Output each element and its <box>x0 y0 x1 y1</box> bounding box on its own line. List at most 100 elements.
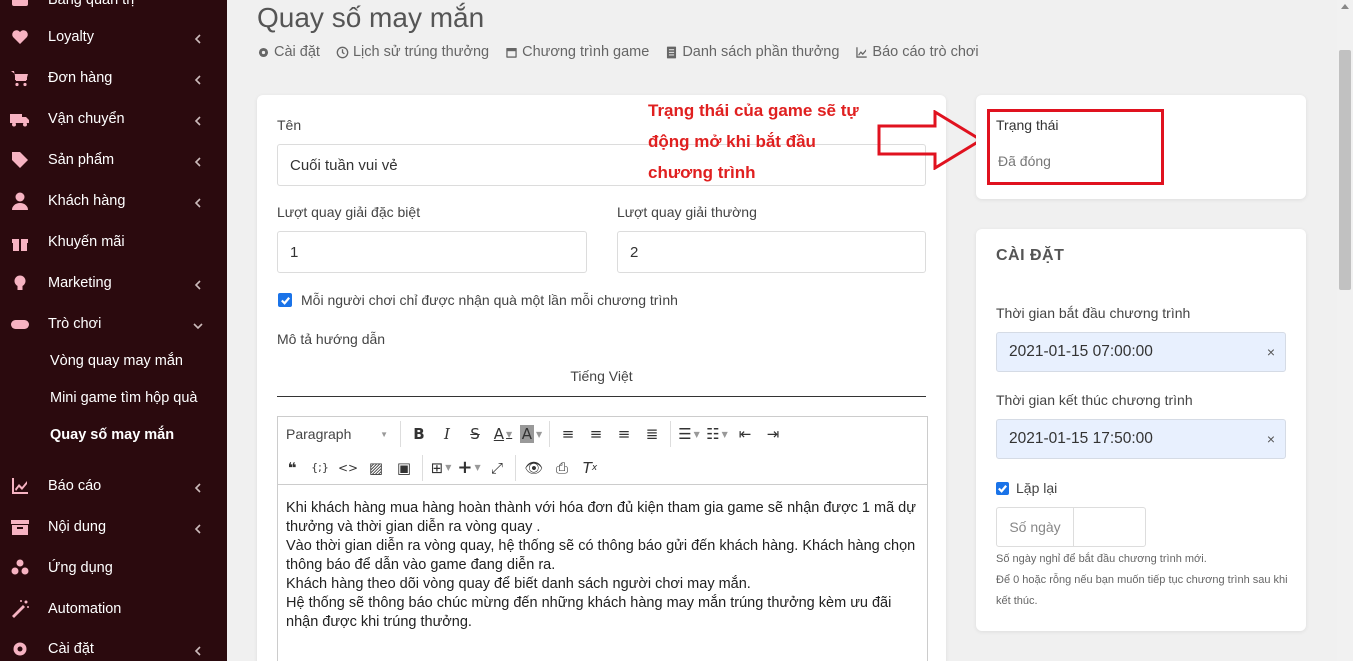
editor-content[interactable]: Khi khách hàng mua hàng hoàn thành với h… <box>286 499 916 632</box>
background-color-button[interactable]: A ▼ <box>517 420 545 448</box>
lightbulb-icon <box>9 272 31 294</box>
fullscreen-button[interactable]: ⤢ <box>483 454 511 482</box>
end-time-input[interactable]: 2021-01-15 17:50:00 × <box>996 419 1286 459</box>
rich-text-editor: Paragraph ▼ B I S A ▼ A ▼ ≡ ≡ ≡ ≣ ☰ ▼ ☷ ▼ ⇤ ⇥ <box>277 416 928 661</box>
calendar-icon <box>506 47 517 58</box>
sidebar-item-label: Marketing <box>48 275 112 291</box>
sidebar-subitem-lucky-wheel[interactable]: Vòng quay may mắn <box>50 353 183 369</box>
special-spins-input[interactable]: 1 <box>277 231 587 273</box>
sidebar-item-orders[interactable]: Đơn hàng <box>0 58 227 98</box>
sidebar-item-label: Cài đặt <box>48 641 94 657</box>
tab-settings[interactable]: Cài đặt <box>257 44 320 60</box>
sidebar-item-label: Loyalty <box>48 29 94 45</box>
print-button[interactable]: ⎙ <box>548 454 576 482</box>
gear-icon <box>9 638 31 660</box>
chevron-left-icon <box>193 481 203 493</box>
description-line: Khi khách hàng mua hàng hoàn thành với h… <box>286 500 916 535</box>
name-label: Tên <box>277 117 302 133</box>
clear-end-time-icon[interactable]: × <box>1267 431 1275 447</box>
clear-formatting-button[interactable]: Tx <box>576 454 604 482</box>
sidebar-item-reports[interactable]: Báo cáo <box>0 466 227 506</box>
sidebar-item-content[interactable]: Nội dung <box>0 507 227 547</box>
caret-down-icon: ▼ <box>506 429 513 439</box>
annotation-arrow-icon <box>877 110 984 170</box>
normal-spins-input[interactable]: 2 <box>617 231 926 273</box>
scrollbar-thumb[interactable] <box>1339 50 1351 290</box>
chevron-left-icon <box>193 32 203 44</box>
sidebar-item-shipping[interactable]: Vận chuyển <box>0 99 227 139</box>
sidebar-item-label: Đơn hàng <box>48 70 113 86</box>
page-scrollbar[interactable] <box>1337 0 1353 661</box>
tab-reward-list[interactable]: Danh sách phần thưởng <box>665 44 839 60</box>
sidebar-item-loyalty[interactable]: Loyalty <box>0 17 227 57</box>
media-icon[interactable]: ▣ <box>390 454 418 482</box>
code-sample-button[interactable]: {;} <box>306 454 334 482</box>
sidebar-item-promotions[interactable]: Khuyến mãi <box>0 222 227 262</box>
preview-button[interactable]: 👁 <box>520 454 548 482</box>
numbered-list-button[interactable]: ☷ ▼ <box>703 420 731 448</box>
font-color-button[interactable]: A ▼ <box>489 420 517 448</box>
normal-spins-label: Lượt quay giải thường <box>617 204 757 220</box>
sidebar-subitem-gift-box-game[interactable]: Mini game tìm hộp quà <box>50 390 198 406</box>
indent-button[interactable]: ⇥ <box>759 420 787 448</box>
gamepad-icon <box>9 313 31 335</box>
align-center-button[interactable]: ≡ <box>582 420 610 448</box>
tab-language-vietnamese[interactable]: Tiếng Việt <box>277 368 926 397</box>
bullet-list-button[interactable]: ☰ ▼ <box>675 420 703 448</box>
end-time-label: Thời gian kết thúc chương trình <box>996 392 1193 408</box>
annotation-note: Trạng thái của game sẽ tự động mở khi bắ… <box>648 101 859 182</box>
sidebar-item-apps[interactable]: Ứng dụng <box>0 548 227 588</box>
window-edge <box>1353 0 1366 661</box>
end-time-value: 2021-01-15 17:50:00 <box>1009 430 1153 447</box>
align-right-button[interactable]: ≡ <box>610 420 638 448</box>
bold-button[interactable]: B <box>405 420 433 448</box>
source-code-button[interactable]: <> <box>334 454 362 482</box>
toolbar-divider <box>400 421 401 447</box>
special-spins-label: Lượt quay giải đặc biệt <box>277 204 421 220</box>
tab-label: Chương trình game <box>522 44 650 60</box>
outdent-button[interactable]: ⇤ <box>731 420 759 448</box>
sidebar-item-label: Trò chơi <box>48 316 102 332</box>
chevron-left-icon <box>193 114 203 126</box>
caret-down-icon: ▼ <box>445 463 452 472</box>
start-time-input[interactable]: 2021-01-15 07:00:00 × <box>996 332 1286 372</box>
days-help-text-2: Để 0 hoặc rỗng nếu bạn muốn tiếp tục chư… <box>996 574 1288 607</box>
sidebar-item-automation[interactable]: Automation <box>0 589 227 629</box>
main-content: Quay số may mắn Cài đặt Lịch sử trúng th… <box>227 0 1337 661</box>
repeat-label: Lặp lại <box>1016 480 1058 496</box>
sidebar-item-settings[interactable]: Cài đặt <box>0 629 227 661</box>
chevron-left-icon <box>193 644 203 656</box>
repeat-checkbox[interactable] <box>996 482 1009 495</box>
sidebar-item-customers[interactable]: Khách hàng <box>0 181 227 221</box>
sidebar-subitem-lucky-draw[interactable]: Quay số may mắn <box>50 427 174 443</box>
align-left-button[interactable]: ≡ <box>554 420 582 448</box>
scroll-up-icon[interactable] <box>1341 4 1349 9</box>
days-input[interactable] <box>1074 508 1145 546</box>
caret-down-icon: ▼ <box>693 429 700 439</box>
chevron-left-icon <box>193 278 203 290</box>
table-button[interactable]: ⊞ ▼ <box>427 454 455 482</box>
chevron-down-icon <box>193 319 203 330</box>
chart-icon <box>9 475 31 497</box>
paragraph-format-select[interactable]: Paragraph ▼ <box>278 420 396 448</box>
image-icon[interactable]: ▨ <box>362 454 390 482</box>
gear-icon <box>258 47 269 57</box>
page-tabs: Cài đặt Lịch sử trúng thưởng Chương trìn… <box>257 44 979 60</box>
archive-icon <box>9 516 31 538</box>
strikethrough-button[interactable]: S <box>461 420 489 448</box>
blockquote-button[interactable]: ❝ <box>278 454 306 482</box>
tab-game-programs[interactable]: Chương trình game <box>505 44 649 60</box>
once-per-program-checkbox[interactable] <box>278 293 292 307</box>
sidebar-item-marketing[interactable]: Marketing <box>0 263 227 303</box>
sidebar-item-products[interactable]: Sản phẩm <box>0 140 227 180</box>
sidebar: Bảng quản trị Loyalty Đơn hàng Vận chuyể… <box>0 0 227 661</box>
tab-label: Cài đặt <box>274 44 320 60</box>
sidebar-item-games[interactable]: Trò chơi <box>0 304 227 344</box>
tab-game-report[interactable]: Báo cáo trò chơi <box>855 44 979 60</box>
italic-button[interactable]: I <box>433 420 461 448</box>
tab-win-history[interactable]: Lịch sử trúng thưởng <box>336 44 489 60</box>
days-help-text-1: Số ngày nghỉ để bắt đầu chương trình mới… <box>996 553 1207 565</box>
insert-button[interactable]: + ▼ <box>455 454 483 482</box>
clear-start-time-icon[interactable]: × <box>1267 344 1275 360</box>
align-justify-button[interactable]: ≣ <box>638 420 666 448</box>
